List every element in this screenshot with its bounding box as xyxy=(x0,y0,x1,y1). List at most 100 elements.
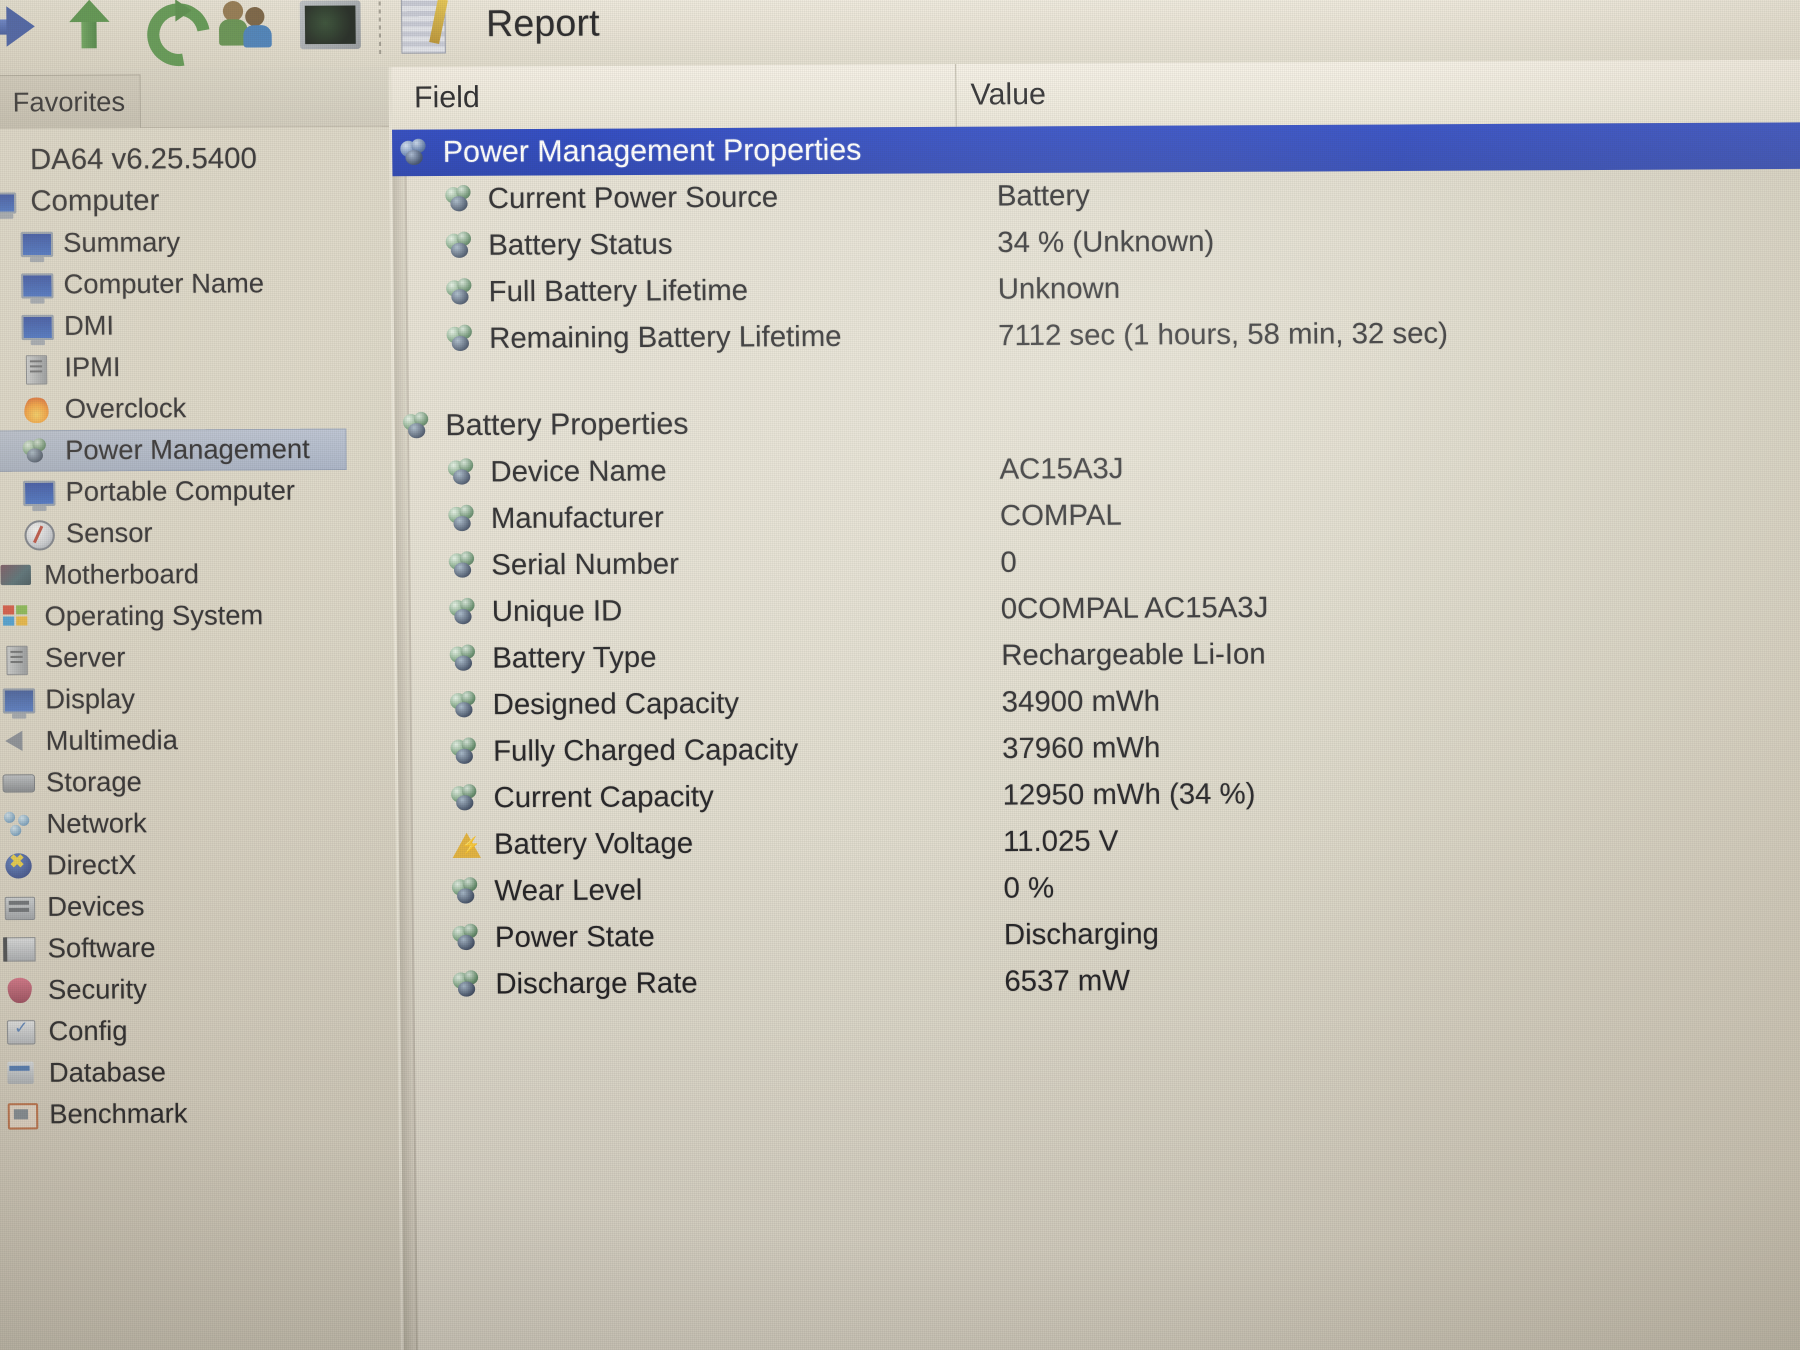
table-row-fully-charged-capacity[interactable]: Fully Charged Capacity 37960 mWh xyxy=(398,721,1800,775)
power-management-icon xyxy=(446,278,477,306)
power-management-icon xyxy=(451,877,483,905)
column-header-value[interactable]: Value xyxy=(955,59,1800,127)
network-icon xyxy=(2,809,37,840)
group-title: Power Management Properties xyxy=(442,133,862,169)
table-row-wear-level[interactable]: Wear Level 0 % xyxy=(399,861,1800,915)
display-icon xyxy=(1,685,36,716)
row-field-label: Power State xyxy=(494,920,655,954)
sidebar-item-server[interactable]: ▸ Server xyxy=(0,636,394,680)
sidebar-item-security[interactable]: ▸ Security xyxy=(0,968,397,1012)
column-header: Field Value xyxy=(391,59,1800,131)
table-row-battery-status[interactable]: Battery Status 34 % (Unknown) xyxy=(393,215,1800,269)
row-field: Current Capacity xyxy=(398,779,992,816)
benchmark-icon xyxy=(5,1100,40,1131)
table-row-discharge-rate[interactable]: Discharge Rate 6537 mW xyxy=(400,954,1800,1008)
sidebar-item-label: Overclock xyxy=(64,392,187,424)
sidebar-item-label: Server xyxy=(44,642,126,673)
power-management-icon xyxy=(21,436,56,467)
sidebar-item-ipmi[interactable]: IPMI xyxy=(0,345,391,389)
photographed-screen: Report Favorites ▾ DA64 v6.25.5400 ▾ Com… xyxy=(0,0,1800,1350)
sidebar-item-devices[interactable]: ▸ Devices xyxy=(0,885,397,929)
report-button[interactable]: Report xyxy=(399,0,600,56)
power-management-icon xyxy=(450,737,481,765)
monitor-icon xyxy=(19,311,54,342)
sidebar-item-portable-computer[interactable]: Portable Computer xyxy=(0,470,393,514)
database-icon xyxy=(4,1058,39,1089)
row-field-label: Battery Type xyxy=(492,640,657,675)
row-value: Rechargeable Li-Ion xyxy=(1001,637,1266,672)
sidebar-item-aida64-root[interactable]: ▾ DA64 v6.25.5400 xyxy=(0,138,389,182)
sidebar-item-overclock[interactable]: Overclock xyxy=(0,387,392,431)
power-management-icon xyxy=(449,644,481,672)
row-field: Battery Type xyxy=(397,639,991,676)
sidebar-item-benchmark[interactable]: ▸ Benchmark xyxy=(0,1092,399,1136)
row-value: AC15A3J xyxy=(999,452,1124,486)
group-row-power-management-properties[interactable]: Power Management Properties xyxy=(392,122,1800,177)
toolbar-separator xyxy=(378,0,382,56)
users-icon[interactable] xyxy=(211,0,289,59)
row-field: Power Management Properties xyxy=(392,133,942,170)
sidebar-item-network[interactable]: ▸ Network xyxy=(0,802,396,846)
toolbar: Report xyxy=(0,0,1800,70)
power-management-icon xyxy=(448,504,479,533)
row-field-label: Designed Capacity xyxy=(492,687,740,721)
sidebar-item-storage[interactable]: ▸ Storage xyxy=(0,760,395,804)
group-row-battery-properties[interactable]: Battery Properties xyxy=(395,395,1800,449)
sidebar-item-directx[interactable]: ▸ DirectX xyxy=(0,843,396,887)
table-row-device-name[interactable]: Device Name AC15A3J xyxy=(395,442,1800,496)
back-arrow-icon[interactable] xyxy=(0,0,45,60)
row-field-label: Fully Charged Capacity xyxy=(492,733,799,768)
row-value: COMPAL xyxy=(999,498,1122,532)
table-row-remaining-battery-lifetime[interactable]: Remaining Battery Lifetime 7112 sec (1 h… xyxy=(394,308,1800,362)
sidebar-item-sensor[interactable]: Sensor xyxy=(0,511,393,555)
table-row-current-power-source[interactable]: Current Power Source Battery xyxy=(392,169,1800,223)
sidebar-item-multimedia[interactable]: ▸ Multimedia xyxy=(0,719,395,763)
up-arrow-icon[interactable] xyxy=(49,0,127,60)
column-header-field[interactable]: Field xyxy=(392,78,956,115)
sidebar-item-config[interactable]: ▸ Config xyxy=(0,1009,398,1053)
power-management-icon xyxy=(448,551,480,579)
row-value: Unknown xyxy=(997,272,1121,306)
details-panel: Field Value Power Management Properties … xyxy=(391,59,1800,1350)
sidebar-item-label: Network xyxy=(46,808,147,839)
row-field-label: Full Battery Lifetime xyxy=(488,274,749,308)
power-management-icon xyxy=(452,970,484,998)
table-row-designed-capacity[interactable]: Designed Capacity 34900 mWh xyxy=(397,675,1800,729)
table-row-power-state[interactable]: Power State Discharging xyxy=(400,908,1800,962)
tab-favorites[interactable]: Favorites xyxy=(0,74,142,129)
sidebar-item-software[interactable]: ▸ Software xyxy=(0,926,397,970)
toolbar-icon-group xyxy=(0,0,369,60)
table-row-full-battery-lifetime[interactable]: Full Battery Lifetime Unknown xyxy=(393,262,1800,316)
row-field: Discharge Rate xyxy=(400,965,994,1002)
table-row-current-capacity[interactable]: Current Capacity 12950 mWh (34 %) xyxy=(398,768,1800,822)
sidebar-item-display[interactable]: ▸ Display xyxy=(0,677,395,721)
sidebar-item-summary[interactable]: Summary xyxy=(0,221,390,265)
sidebar-item-computer[interactable]: ▾ Computer xyxy=(0,179,390,223)
power-management-icon xyxy=(400,138,431,167)
sidebar-item-label: Display xyxy=(45,683,136,715)
sidebar-item-dmi[interactable]: DMI xyxy=(0,304,391,348)
refresh-icon[interactable] xyxy=(130,0,208,59)
table-row-serial-number[interactable]: Serial Number 0 xyxy=(396,535,1800,589)
sidebar-item-label: Operating System xyxy=(44,599,264,632)
sidebar-item-database[interactable]: ▸ Database xyxy=(0,1051,398,1095)
table-row-unique-id[interactable]: Unique ID 0COMPAL AC15A3J xyxy=(396,582,1800,636)
directx-icon xyxy=(2,851,37,882)
table-row-battery-type[interactable]: Battery Type Rechargeable Li-Ion xyxy=(397,628,1800,682)
sidebar-item-operating-system[interactable]: ▸ Operating System xyxy=(0,594,394,638)
sidebar-item-label: Power Management xyxy=(65,433,310,466)
row-field: Current Power Source xyxy=(393,180,987,217)
row-field: Battery Voltage xyxy=(399,825,993,862)
sidebar-item-motherboard[interactable]: ▸ Motherboard xyxy=(0,553,393,597)
power-management-icon xyxy=(402,411,434,440)
sidebar-item-power-management[interactable]: Power Management xyxy=(0,428,347,472)
table-row-manufacturer[interactable]: Manufacturer COMPAL xyxy=(396,489,1800,543)
devices-icon xyxy=(3,892,38,923)
speaker-icon xyxy=(1,726,36,757)
flame-icon xyxy=(20,394,55,425)
table-row-battery-voltage[interactable]: Battery Voltage 11.025 V xyxy=(399,814,1800,868)
sidebar-item-computer-name[interactable]: Computer Name xyxy=(0,262,391,306)
monitor-icon[interactable] xyxy=(292,0,370,58)
sidebar-item-label: Storage xyxy=(45,766,142,798)
row-field: Wear Level xyxy=(399,872,993,909)
